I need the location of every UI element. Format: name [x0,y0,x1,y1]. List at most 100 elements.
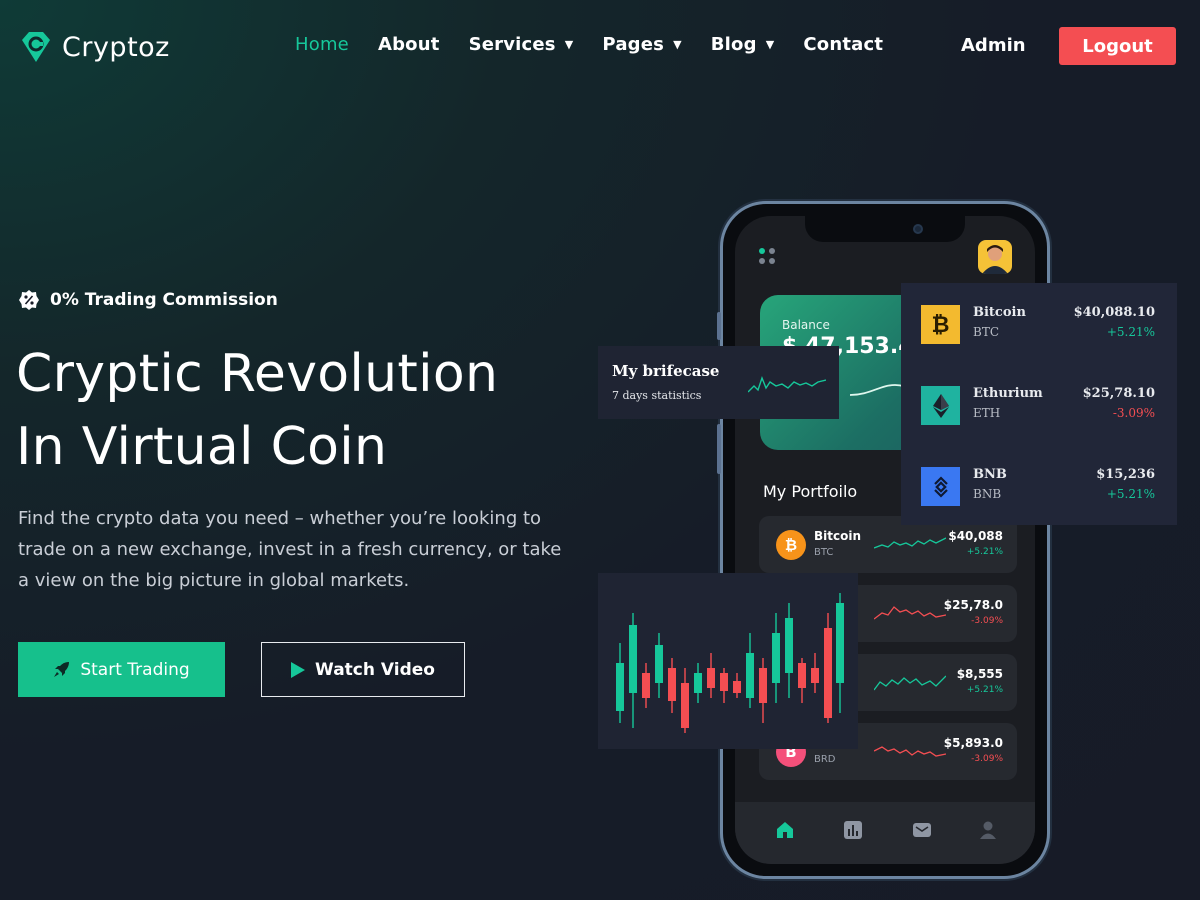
chevron-down-icon: ▼ [765,38,775,51]
nav-home[interactable]: Home [295,34,349,55]
headline-line-1: Cryptic Revolution [16,344,499,404]
market-coin-value: $15,236 [1096,467,1155,482]
market-coin-symbol: ETH [973,406,1001,420]
market-coin-value: $25,78.10 [1082,386,1155,401]
portfolio-coin-value: $8,555 [956,667,1003,681]
avatar[interactable] [978,240,1012,274]
logout-button[interactable]: Logout [1059,27,1176,65]
portfolio-coin-change: -3.09% [971,616,1003,626]
nav-blog-label: Blog [710,34,757,55]
market-coin-change: +5.21% [1106,325,1155,339]
nav-pages-label: Pages [602,34,665,55]
badge-text: 0% Trading Commission [50,290,278,310]
candle-body [694,673,702,693]
portfolio-coin-change: +5.21% [966,685,1003,695]
logo-gem-icon [22,32,50,62]
ethereum-icon [921,386,960,425]
briefcase-sparkline-icon [748,375,826,393]
portfolio-title: My Portfoilo [763,482,858,501]
home-icon[interactable] [775,820,795,840]
market-row[interactable]: BNB BNB $15,236 +5.21% [901,445,1177,525]
camera-icon [913,224,923,234]
chart-icon[interactable] [843,820,863,840]
candle-body [642,673,650,698]
headline-line-2: In Virtual Coin [16,417,388,477]
market-coin-change: -3.09% [1112,406,1155,420]
portfolio-coin-value: $40,088 [948,529,1003,543]
brand-name: Cryptoz [62,31,170,63]
user-icon[interactable] [978,820,998,840]
candle-body [785,618,793,673]
nav-services-label: Services [468,34,556,55]
candle-body [746,653,754,698]
watch-video-label: Watch Video [315,659,435,680]
candle-body [836,603,844,683]
briefcase-title: My brifecase [612,362,720,380]
bitcoin-icon: ₿ [776,530,806,560]
main-nav: Home About Services ▼ Pages ▼ Blog ▼ Contac… [295,34,912,55]
balance-label: Balance [782,318,830,332]
phone-side-button [717,424,721,474]
chevron-down-icon: ▼ [564,38,574,51]
candle-body [824,628,832,718]
portfolio-coin-change: +5.21% [966,547,1003,557]
market-coin-change: +5.21% [1106,487,1155,501]
portfolio-coin-value: $25,78.0 [943,598,1003,612]
candle-body [655,645,663,683]
market-coin-name: Bitcoin [973,305,1026,320]
nav-home-label: Home [295,34,349,55]
start-trading-button[interactable]: Start Trading [18,642,225,697]
candle-body [616,663,624,711]
nav-pages[interactable]: Pages ▼ [602,34,681,55]
portfolio-coin-symbol: BTC [814,547,834,558]
candle-body [707,668,715,688]
chevron-down-icon: ▼ [673,38,682,51]
nav-about[interactable]: About [378,34,440,55]
nav-contact-label: Contact [803,34,884,55]
sparkline-up-icon [874,675,946,691]
market-coin-symbol: BTC [973,325,1000,339]
candle-body [759,668,767,703]
candlestick-chart-icon [616,593,844,733]
candle-body [798,663,806,688]
market-row[interactable]: ₿ Bitcoin BTC $40,088.10 +5.21% [901,283,1177,363]
phone-notch [805,216,965,242]
percent-badge-icon [19,290,39,310]
nav-blog[interactable]: Blog ▼ [711,34,775,55]
bnb-icon [921,467,960,506]
market-row[interactable]: Ethurium ETH $25,78.10 -3.09% [901,364,1177,444]
nav-services[interactable]: Services ▼ [469,34,574,55]
candle-body [720,673,728,691]
menu-dots-icon[interactable] [759,248,779,268]
candle-body [681,683,689,728]
nav-contact[interactable]: Contact [803,34,883,55]
nav-about-label: About [377,34,440,55]
watch-video-button[interactable]: Watch Video [261,642,465,697]
portfolio-coin-value: $5,893.0 [943,736,1003,750]
admin-link[interactable]: Admin [961,35,1026,56]
rocket-icon [54,662,70,677]
candle-body [629,625,637,693]
commission-badge: 0% Trading Commission [18,289,278,311]
market-coin-symbol: BNB [973,487,1002,501]
candle-body [772,633,780,683]
bitcoin-icon: ₿ [921,305,960,344]
sparkline-up-icon [874,537,946,549]
market-coin-name: BNB [973,467,1007,482]
candle-body [811,668,819,683]
market-coin-value: $40,088.10 [1073,305,1155,320]
portfolio-coin-name: Bitcoin [814,529,862,543]
candle-body [733,681,741,693]
logo[interactable]: Cryptoz [18,30,170,64]
portfolio-coin-symbol: BRD [814,754,836,765]
portfolio-coin-change: -3.09% [971,754,1003,764]
sparkline-down-icon [874,606,946,620]
market-card: ₿ Bitcoin BTC $40,088.10 +5.21% Ethurium… [901,283,1177,525]
play-icon [291,661,306,678]
phone-side-button [717,312,721,340]
briefcase-subtitle: 7 days statistics [612,389,702,402]
mail-icon[interactable] [912,820,932,840]
start-trading-label: Start Trading [80,659,190,680]
hero-description: Find the crypto data you need – whether … [18,508,562,591]
phone-tab-bar [735,802,1035,864]
